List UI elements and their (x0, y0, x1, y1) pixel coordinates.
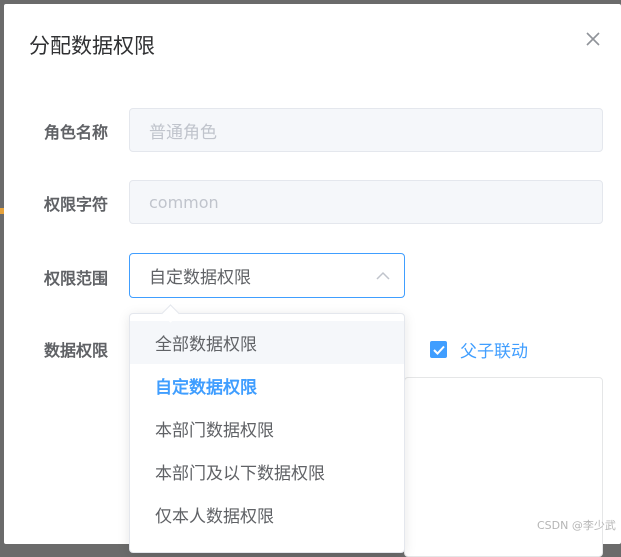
option-all-data[interactable]: 全部数据权限 (130, 321, 404, 364)
option-dept-and-below-data[interactable]: 本部门及以下数据权限 (130, 450, 404, 493)
role-name-label: 角色名称 (44, 123, 109, 142)
csdn-watermark: CSDN @李少武 (537, 519, 616, 532)
permission-scope-label: 权限范围 (44, 269, 109, 288)
assign-data-permission-dialog: 分配数据权限 角色名称 普通角色 权限字符 common 权限范围 自定数据权限… (4, 4, 621, 557)
option-custom-data[interactable]: 自定数据权限 (130, 364, 404, 407)
permission-scope-select[interactable]: 自定数据权限 (129, 253, 405, 298)
parent-child-linkage-label: 父子联动 (460, 342, 528, 362)
permission-char-input: common (129, 180, 603, 224)
checkbox-checked-icon[interactable] (430, 341, 447, 358)
option-dept-data[interactable]: 本部门数据权限 (130, 407, 404, 450)
dialog-title: 分配数据权限 (29, 34, 155, 58)
parent-child-linkage-checkbox[interactable]: 父子联动 (430, 337, 528, 362)
permission-char-label: 权限字符 (44, 195, 109, 214)
option-self-only-data[interactable]: 仅本人数据权限 (130, 493, 404, 536)
close-icon[interactable] (584, 30, 602, 48)
permission-scope-dropdown: 全部数据权限 自定数据权限 本部门数据权限 本部门及以下数据权限 仅本人数据权限 (129, 304, 405, 553)
permission-scope-value: 自定数据权限 (149, 268, 251, 288)
data-permission-label: 数据权限 (44, 341, 109, 360)
role-name-input: 普通角色 (129, 108, 603, 152)
chevron-up-icon (376, 268, 390, 288)
